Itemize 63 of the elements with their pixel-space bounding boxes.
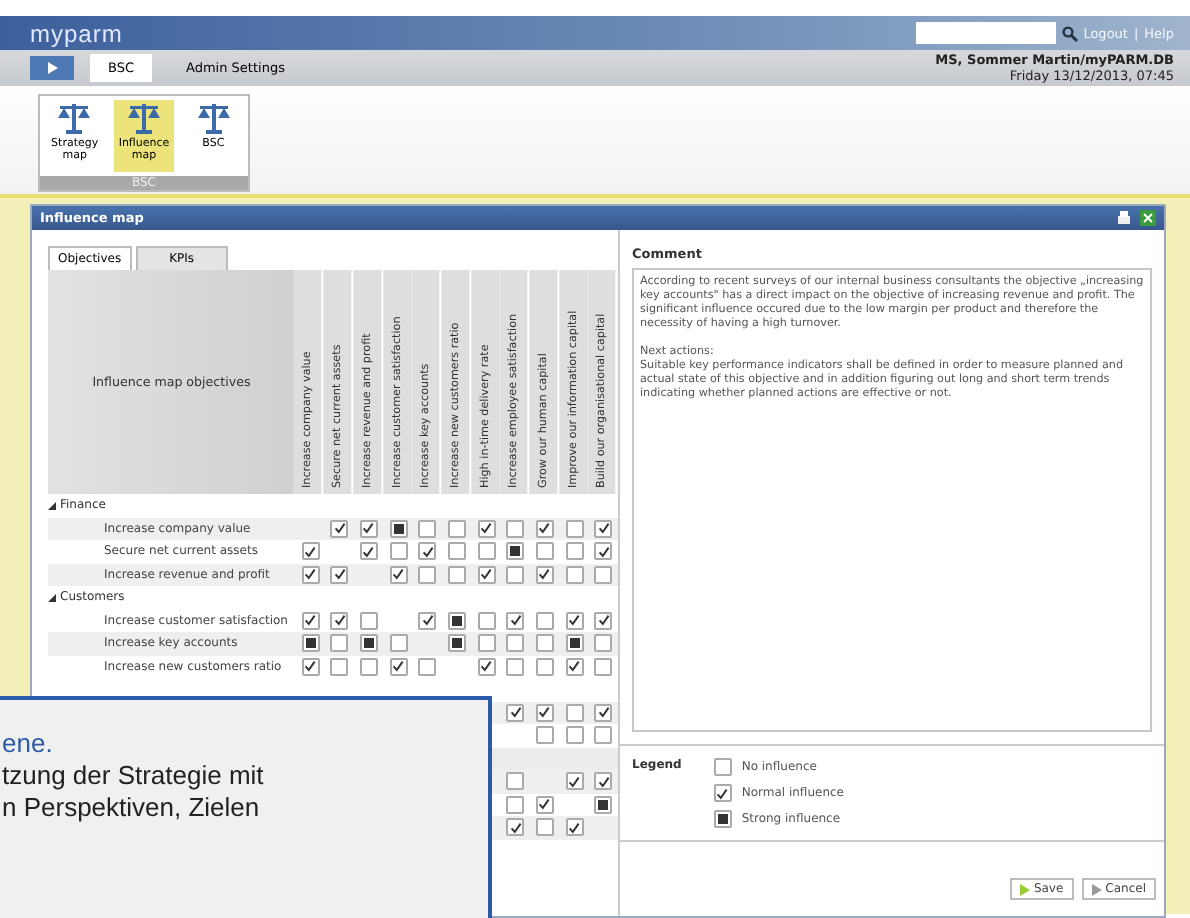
checkbox[interactable] (418, 565, 437, 584)
expanded-triangle-icon[interactable] (48, 593, 56, 602)
checkbox[interactable] (447, 565, 466, 584)
checkbox[interactable] (506, 565, 525, 584)
checkbox[interactable] (330, 657, 349, 676)
popup-text: n Perspektiven, Zielen (2, 792, 260, 824)
filled-checkbox[interactable] (301, 634, 320, 653)
checkbox[interactable] (594, 565, 613, 584)
filled-checkbox[interactable] (447, 634, 466, 653)
checkbox[interactable] (389, 634, 408, 653)
checkbox[interactable] (477, 611, 496, 630)
checkbox[interactable] (506, 772, 525, 791)
play-icon (1019, 883, 1030, 895)
search-field[interactable] (915, 22, 1056, 44)
filled-checkbox[interactable] (594, 795, 613, 814)
filled-checkbox[interactable] (565, 634, 584, 653)
checkbox[interactable] (506, 634, 525, 653)
search-icon[interactable] (1061, 25, 1078, 41)
print-icon[interactable] (1116, 210, 1132, 226)
filled-checkbox[interactable] (447, 611, 466, 630)
scales-icon (58, 102, 91, 136)
popup-heading: ene. (2, 728, 53, 760)
checkbox[interactable] (565, 703, 584, 722)
checkbox[interactable] (418, 519, 437, 538)
logo: myparm (30, 19, 123, 47)
checkbox[interactable] (359, 657, 378, 676)
filled-checkbox[interactable] (506, 542, 525, 561)
checkbox[interactable] (447, 519, 466, 538)
scales-icon (197, 102, 230, 136)
checkbox[interactable] (359, 611, 378, 630)
checkbox[interactable] (535, 542, 554, 561)
checkbox[interactable] (713, 758, 732, 776)
checkbox[interactable] (477, 634, 496, 653)
filled-checkbox[interactable] (713, 810, 732, 828)
checkbox[interactable] (506, 519, 525, 538)
checkbox[interactable] (506, 795, 525, 814)
checkbox[interactable] (594, 634, 613, 653)
checkbox[interactable] (330, 634, 349, 653)
checkbox[interactable] (535, 726, 554, 745)
checkbox[interactable] (535, 657, 554, 676)
play-icon (47, 62, 57, 74)
checkbox[interactable] (389, 542, 408, 561)
checkbox[interactable] (418, 657, 437, 676)
expanded-triangle-icon[interactable] (48, 501, 56, 510)
checkbox[interactable] (565, 519, 584, 538)
checkbox[interactable] (565, 565, 584, 584)
filled-checkbox[interactable] (359, 634, 378, 653)
checkbox[interactable] (594, 657, 613, 676)
play-icon (1091, 883, 1102, 895)
spreadsheet-icon[interactable] (1140, 210, 1156, 226)
scales-icon (128, 102, 160, 136)
filled-checkbox[interactable] (389, 519, 408, 538)
play-button[interactable] (30, 56, 74, 80)
checkbox[interactable] (535, 818, 554, 837)
checkbox[interactable] (535, 611, 554, 630)
checkbox[interactable] (535, 634, 554, 653)
checkbox[interactable] (565, 542, 584, 561)
checkbox[interactable] (565, 726, 584, 745)
popup-text: tzung der Strategie mit (2, 760, 264, 792)
checkbox[interactable] (506, 657, 525, 676)
checkbox[interactable] (594, 726, 613, 745)
checkbox[interactable] (477, 542, 496, 561)
checkbox[interactable] (447, 542, 466, 561)
